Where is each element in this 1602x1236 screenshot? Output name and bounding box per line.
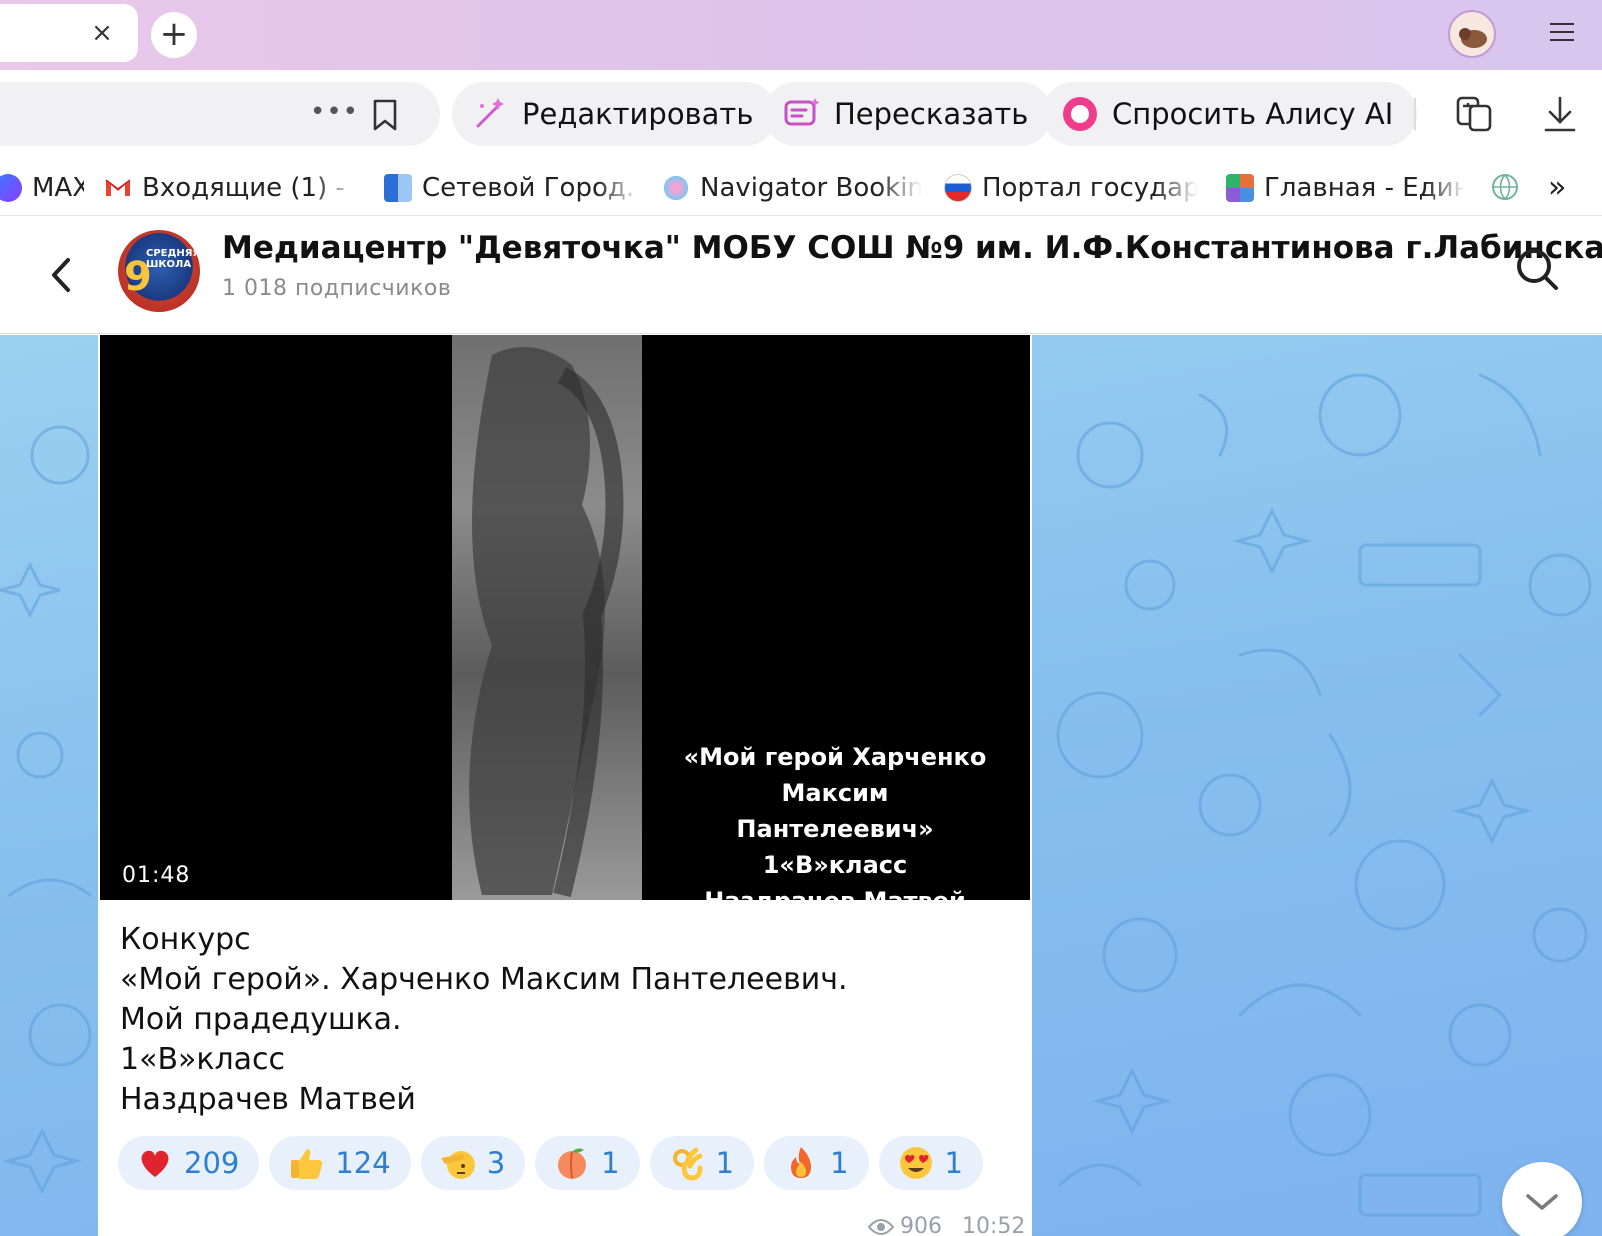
reaction-count: 209 [184,1146,240,1180]
reaction-count: 1 [715,1146,735,1180]
caption-line: «Мой герой Харченко Максим [683,743,987,807]
gosuslugi-icon [944,174,972,202]
more-dots-icon[interactable]: ••• [310,97,359,127]
message-line: «Мой герой». Харченко Максим Пантелеевич… [120,962,848,997]
message-time: 10:52 [962,1214,1026,1236]
view-count: 906 [900,1214,942,1236]
bookmark-icon[interactable] [370,98,400,132]
profile-avatar[interactable] [1448,10,1496,58]
bookmark-max[interactable]: MAX [0,168,84,208]
soldiers-photo [469,347,624,898]
reaction-heart[interactable]: 209 [118,1136,260,1190]
message-line: 1«В»класс [120,1042,286,1077]
caption-line: Наздрачев Матвей [650,883,1020,900]
reaction-count: 1 [830,1146,849,1180]
alice-icon [1063,97,1097,131]
reaction-heart-eyes[interactable]: 1 [878,1136,983,1190]
message-text: Конкурс «Мой герой». Харченко Максим Пан… [120,920,848,1120]
translate-icon[interactable] [1452,92,1496,136]
reaction-count: 1 [601,1146,620,1180]
edinoe-icon [1226,174,1254,202]
reaction-thumbs-up[interactable]: 124 [269,1136,411,1190]
gmail-icon [105,179,131,196]
bookmark-label: Сетевой Город. О [422,173,640,203]
video-frame-photo [452,335,642,900]
edit-button[interactable]: Редактировать [452,82,778,146]
toolbar-divider [1414,98,1416,130]
search-icon[interactable] [1514,246,1560,292]
reaction-salute[interactable]: 3 [420,1136,526,1190]
bookmark-label: Navigator Booking [700,173,922,203]
globe-icon[interactable] [1490,172,1520,202]
active-tab[interactable]: × [0,4,138,62]
bookmark-navigator[interactable]: Navigator Booking [662,168,922,208]
message-line: Наздрачев Матвей [120,1082,416,1117]
alice-label: Спросить Алису AI [1112,97,1394,131]
retell-icon [784,98,820,126]
browser-tab-strip: × + [0,0,1602,70]
heart-icon [141,1150,169,1177]
bookmark-gmail[interactable]: Входящие (1) - ok [104,168,356,208]
chevron-down-icon [1526,1194,1558,1210]
new-tab-button[interactable]: + [151,12,197,58]
video-player[interactable]: 01:48 «Мой герой Харченко Максим Пантеле… [100,335,1030,900]
yak-icon [1457,22,1487,48]
thumbs-up-icon [291,1149,323,1179]
retell-label: Пересказать [834,97,1029,131]
heart-eyes-icon [899,1147,932,1179]
video-overlay-caption: «Мой герой Харченко Максим Пантелеевич» … [650,739,1020,900]
avatar-text: СРЕДНЯЯ ШКОЛА [146,248,200,270]
channel-title[interactable]: Медиацентр "Девяточка" МОБУ СОШ №9 им. И… [222,230,1602,266]
fire-icon [791,1147,812,1178]
reaction-count: 3 [486,1146,506,1180]
bookmark-edinoe[interactable]: Главная - Едино [1226,168,1466,208]
browser-menu-button[interactable] [1548,18,1576,48]
salute-face-icon [440,1151,475,1179]
scroll-down-button[interactable] [1502,1162,1582,1236]
bookmarks-bar: MAX Входящие (1) - ok Сетевой Город. О N… [0,160,1602,216]
message-meta: 906 10:52 [868,1214,1025,1236]
bookmark-label: Входящие (1) - ok [142,173,356,203]
channel-header: 9 СРЕДНЯЯ ШКОЛА Медиацентр "Девяточка" М… [0,216,1602,334]
eye-icon [868,1218,894,1235]
message-line: Конкурс [120,922,251,957]
reaction-count: 124 [335,1146,391,1180]
navigator-icon [662,174,690,202]
address-bar[interactable]: ••• [0,82,440,146]
reactions-row: 209 124 3 1 1 1 1 [118,1136,983,1190]
caption-line: Пантелеевич» [736,815,934,843]
close-tab-icon[interactable]: × [90,20,114,46]
back-arrow-icon[interactable] [44,250,80,300]
bookmark-label: MAX [32,173,84,203]
caption-line: 1«В»класс [762,851,908,879]
more-bookmarks-button[interactable]: » [1548,170,1566,205]
reaction-count: 1 [944,1146,963,1180]
max-icon [0,174,22,202]
browser-toolbar: ••• Редактировать Пересказать Спросить А… [0,70,1602,160]
subscriber-count: 1 018 подписчиков [222,276,452,301]
retell-button[interactable]: Пересказать [764,82,1053,146]
ok-hand-icon [672,1147,703,1181]
bookmark-label: Портал государст [982,173,1198,203]
reaction-ok-hand[interactable]: 1 [649,1136,755,1190]
video-duration: 01:48 [122,863,191,888]
channel-avatar[interactable]: 9 СРЕДНЯЯ ШКОЛА [118,230,200,312]
peach-icon [558,1148,587,1179]
netcity-icon [384,174,412,202]
magic-pen-icon [476,98,504,128]
reaction-fire[interactable]: 1 [764,1136,869,1190]
reaction-peach[interactable]: 1 [535,1136,640,1190]
ask-alice-button[interactable]: Спросить Алису AI [1042,82,1418,146]
download-icon[interactable] [1538,92,1582,136]
bookmark-netcity[interactable]: Сетевой Город. О [384,168,640,208]
bookmark-label: Главная - Едино [1264,173,1466,203]
bookmark-gosuslugi[interactable]: Портал государст [944,168,1198,208]
edit-label: Редактировать [522,97,754,131]
message-line: Мой прадедушка. [120,1002,402,1037]
